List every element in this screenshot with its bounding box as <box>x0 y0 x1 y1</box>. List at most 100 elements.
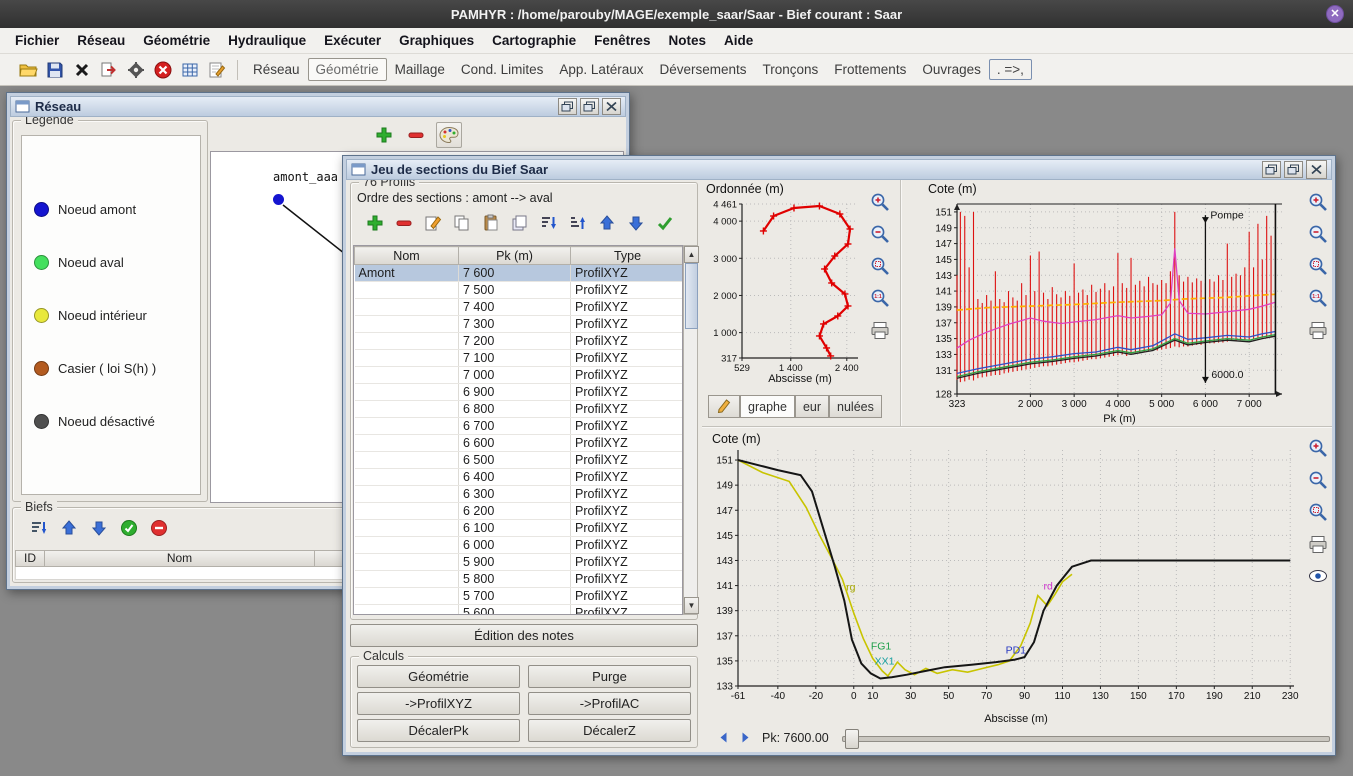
profil-pk-cell[interactable]: 6 200 <box>459 503 571 520</box>
toolbar-button-frottements[interactable]: Frottements <box>826 58 914 81</box>
move-up-icon[interactable] <box>57 516 81 540</box>
print-icon[interactable] <box>868 318 892 342</box>
profil-nom-cell[interactable] <box>355 503 459 520</box>
sort-down-icon[interactable] <box>537 211 561 235</box>
window-close-button[interactable]: ✕ <box>1326 5 1344 23</box>
profil-type-cell[interactable]: ProfilXYZ <box>571 486 684 503</box>
menu-item-fenetres[interactable]: Fenêtres <box>585 30 659 51</box>
stop-icon[interactable] <box>149 57 176 83</box>
scrollbar-thumb[interactable] <box>685 263 698 329</box>
profil-row[interactable]: 6 200ProfilXYZ <box>355 503 684 520</box>
profil-nom-cell[interactable] <box>355 520 459 537</box>
profil-row[interactable]: 6 400ProfilXYZ <box>355 469 684 486</box>
profil-nom-cell[interactable] <box>355 605 459 616</box>
profil-type-cell[interactable]: ProfilXYZ <box>571 401 684 418</box>
calc-button-decalerz[interactable]: DécalerZ <box>528 719 691 742</box>
profil-pk-cell[interactable]: 7 100 <box>459 350 571 367</box>
next-section-button[interactable] <box>736 728 754 746</box>
profil-type-cell[interactable]: ProfilXYZ <box>571 265 684 282</box>
column-header-nom[interactable]: Nom <box>355 247 459 265</box>
profil-type-cell[interactable]: ProfilXYZ <box>571 554 684 571</box>
toolbar-button-geometrie[interactable]: Géométrie <box>308 58 387 81</box>
move-up-icon[interactable] <box>595 211 619 235</box>
add-icon[interactable] <box>363 211 387 235</box>
profil-row[interactable]: 6 300ProfilXYZ <box>355 486 684 503</box>
menu-item-aide[interactable]: Aide <box>715 30 762 51</box>
profil-type-cell[interactable]: ProfilXYZ <box>571 571 684 588</box>
add-icon[interactable] <box>372 123 396 147</box>
calc-button-geometrie[interactable]: Géométrie <box>357 665 520 688</box>
column-header-pk-m[interactable]: Pk (m) <box>459 247 571 265</box>
biefs-column-nom[interactable]: Nom <box>45 550 315 567</box>
zoom-in-icon[interactable] <box>1306 190 1330 214</box>
view-tab-nulees[interactable]: nulées <box>829 395 882 418</box>
profil-type-cell[interactable]: ProfilXYZ <box>571 435 684 452</box>
sections-minimize-button[interactable] <box>1262 161 1281 178</box>
remove-icon[interactable] <box>404 123 428 147</box>
profil-pk-cell[interactable]: 6 700 <box>459 418 571 435</box>
profil-nom-cell[interactable] <box>355 384 459 401</box>
edit-notes-button[interactable]: Édition des notes <box>350 624 698 647</box>
menu-item-cartographie[interactable]: Cartographie <box>483 30 585 51</box>
zoom-reset-icon[interactable]: 1:1 <box>1306 286 1330 310</box>
check-circle-icon[interactable] <box>117 516 141 540</box>
profil-type-cell[interactable]: ProfilXYZ <box>571 333 684 350</box>
profil-row[interactable]: 7 400ProfilXYZ <box>355 299 684 316</box>
profil-nom-cell[interactable] <box>355 367 459 384</box>
profil-nom-cell[interactable] <box>355 401 459 418</box>
profils-scrollbar[interactable]: ▲ ▼ <box>683 245 698 615</box>
profil-pk-cell[interactable]: 7 000 <box>459 367 571 384</box>
profil-row[interactable]: 5 800ProfilXYZ <box>355 571 684 588</box>
profil-nom-cell[interactable] <box>355 299 459 316</box>
profil-nom-cell[interactable] <box>355 537 459 554</box>
remove-icon[interactable] <box>392 211 416 235</box>
profil-row[interactable]: 6 500ProfilXYZ <box>355 452 684 469</box>
zoom-out-icon[interactable] <box>1306 468 1330 492</box>
reseau-close-button[interactable] <box>602 98 621 115</box>
notes-edit-icon[interactable] <box>203 57 230 83</box>
zoom-out-icon[interactable] <box>1306 222 1330 246</box>
settings-gear-icon[interactable] <box>122 57 149 83</box>
menu-item-hydraulique[interactable]: Hydraulique <box>219 30 315 51</box>
menu-item-executer[interactable]: Exécuter <box>315 30 390 51</box>
menu-item-geometrie[interactable]: Géométrie <box>134 30 219 51</box>
profil-nom-cell[interactable] <box>355 333 459 350</box>
toolbar-button-maillage[interactable]: Maillage <box>387 58 453 81</box>
profil-type-cell[interactable]: ProfilXYZ <box>571 469 684 486</box>
print-icon[interactable] <box>1306 318 1330 342</box>
export-run-icon[interactable] <box>95 57 122 83</box>
profils-table[interactable]: NomPk (m)Type Amont7 600ProfilXYZ7 500Pr… <box>353 245 683 615</box>
profil-row[interactable]: 7 100ProfilXYZ <box>355 350 684 367</box>
profil-nom-cell[interactable] <box>355 282 459 299</box>
column-header-type[interactable]: Type <box>571 247 684 265</box>
profil-pk-cell[interactable]: 6 500 <box>459 452 571 469</box>
profil-pk-cell[interactable]: 7 200 <box>459 333 571 350</box>
sections-close-button[interactable] <box>1306 160 1327 179</box>
profil-row[interactable]: 6 000ProfilXYZ <box>355 537 684 554</box>
sections-window-titlebar[interactable]: Jeu de sections du Bief Saar <box>346 159 1332 180</box>
palette-icon[interactable] <box>436 122 462 148</box>
toolbar-button-ouvrages[interactable]: Ouvrages <box>914 58 989 81</box>
profil-pk-cell[interactable]: 6 300 <box>459 486 571 503</box>
delete-x-icon[interactable] <box>68 57 95 83</box>
open-folder-icon[interactable] <box>14 57 41 83</box>
menu-item-graphiques[interactable]: Graphiques <box>390 30 483 51</box>
profil-pk-cell[interactable]: 6 100 <box>459 520 571 537</box>
profil-type-cell[interactable]: ProfilXYZ <box>571 367 684 384</box>
view-tab-edit[interactable] <box>708 395 740 418</box>
profil-pk-cell[interactable]: 6 600 <box>459 435 571 452</box>
move-down-icon[interactable] <box>624 211 648 235</box>
toolbar-button-item[interactable]: . =>, <box>989 59 1032 80</box>
profil-nom-cell[interactable]: Amont <box>355 265 459 282</box>
profil-nom-cell[interactable] <box>355 316 459 333</box>
profil-pk-cell[interactable]: 5 900 <box>459 554 571 571</box>
print-icon[interactable] <box>1306 532 1330 556</box>
profil-pk-cell[interactable]: 6 400 <box>459 469 571 486</box>
minus-circle-icon[interactable] <box>147 516 171 540</box>
zoom-reset-icon[interactable]: 1:1 <box>868 286 892 310</box>
profil-nom-cell[interactable] <box>355 350 459 367</box>
sections-window[interactable]: Jeu de sections du Bief Saar 76 Profils … <box>342 155 1336 756</box>
table-grid-icon[interactable] <box>176 57 203 83</box>
profil-row[interactable]: 7 300ProfilXYZ <box>355 316 684 333</box>
toolbar-button-deversements[interactable]: Déversements <box>651 58 754 81</box>
